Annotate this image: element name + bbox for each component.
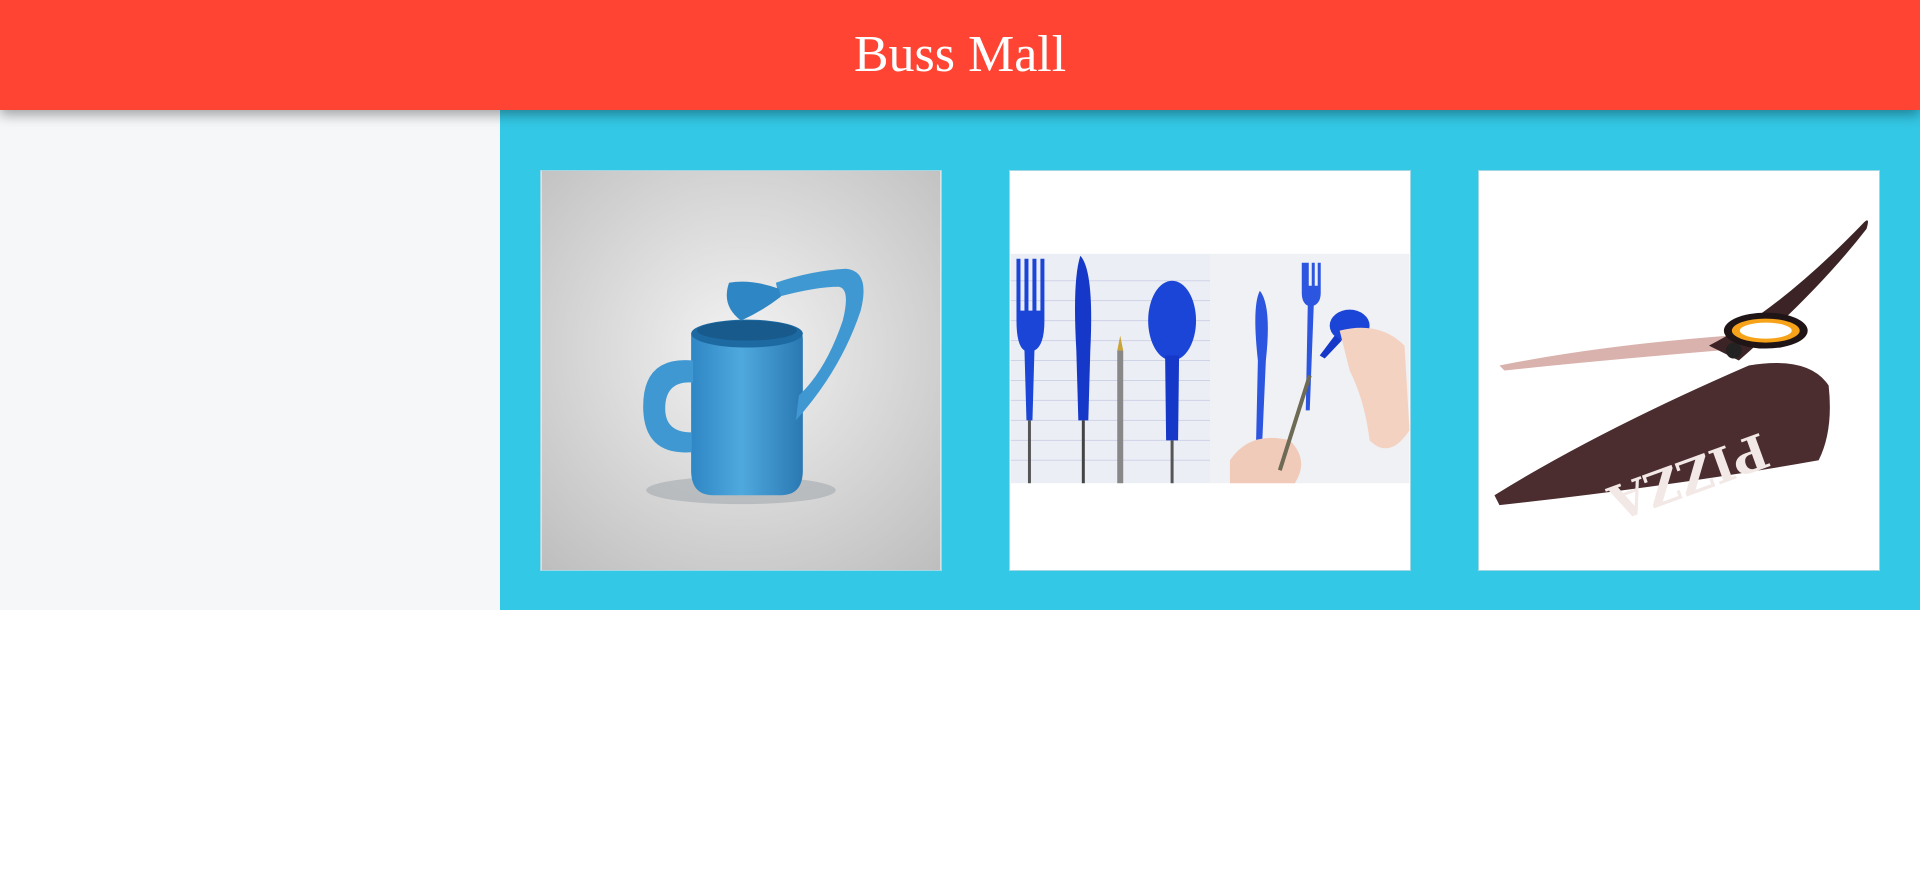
pizza-scissors-image: PIZZA bbox=[1479, 171, 1879, 570]
product-image-pizza-scissors[interactable]: PIZZA bbox=[1478, 170, 1880, 571]
watering-can-image bbox=[541, 171, 941, 570]
product-area: PIZZA bbox=[500, 110, 1920, 610]
sidebar bbox=[0, 110, 500, 610]
pen-utensils-image bbox=[1010, 171, 1410, 570]
product-image-pen-utensils[interactable] bbox=[1009, 170, 1411, 571]
page-title: Buss Mall bbox=[853, 26, 1067, 83]
product-image-watering-can[interactable] bbox=[540, 170, 942, 571]
page-header: Buss Mall bbox=[0, 0, 1920, 110]
